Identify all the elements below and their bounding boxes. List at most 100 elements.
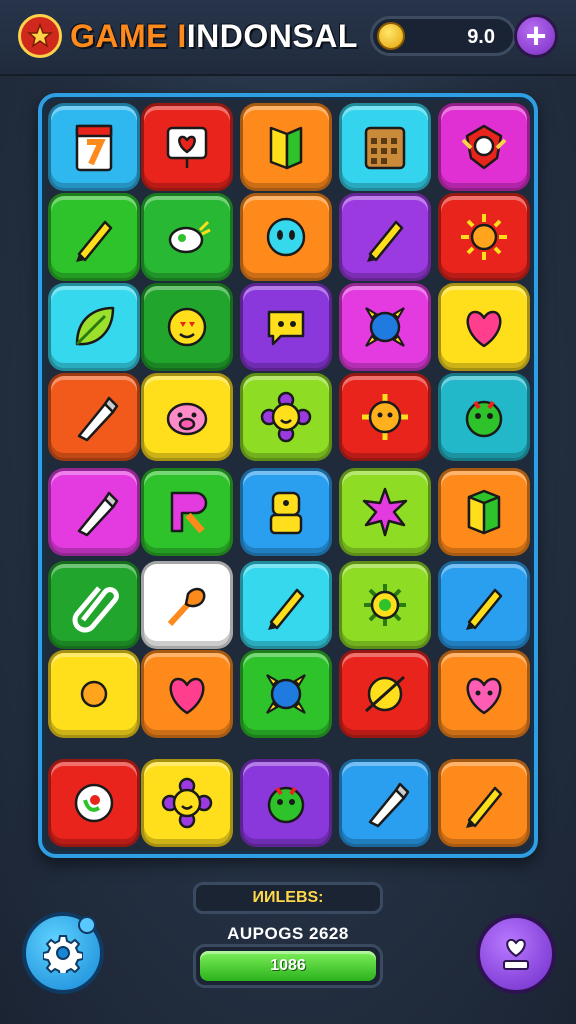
tile-r3-c5[interactable] xyxy=(438,283,530,371)
pencil-icon xyxy=(65,208,123,266)
crayon-icon xyxy=(65,483,123,541)
score-value: 9.0 xyxy=(467,26,495,48)
tile-r4-c4[interactable] xyxy=(339,373,431,461)
tile-r3-c2[interactable] xyxy=(141,283,233,371)
sun-icon xyxy=(65,665,123,723)
book-icon xyxy=(257,118,315,176)
gear-icon xyxy=(43,935,83,973)
tile-r3-c3[interactable] xyxy=(240,283,332,371)
letter-r-icon xyxy=(158,483,216,541)
tile-r5-c5[interactable] xyxy=(438,468,530,556)
tile-r8-c2[interactable] xyxy=(141,759,233,847)
tile-r4-c1[interactable] xyxy=(48,373,140,461)
tile-r1-c4[interactable] xyxy=(339,103,431,191)
tile-r6-c5[interactable] xyxy=(438,561,530,649)
sun-icon xyxy=(455,208,513,266)
tile-r7-c1[interactable] xyxy=(48,650,140,738)
tile-r7-c3[interactable] xyxy=(240,650,332,738)
progress-text: 1086 xyxy=(270,957,306,974)
brush-icon xyxy=(158,576,216,634)
leaf-icon xyxy=(65,298,123,356)
monster-icon xyxy=(455,388,513,446)
game-title-part2: INDONSAL xyxy=(186,18,358,54)
score-display: 9.0 xyxy=(370,16,516,56)
clip-icon xyxy=(65,576,123,634)
tile-r6-c1[interactable] xyxy=(48,561,140,649)
tile-r6-c2[interactable] xyxy=(141,561,233,649)
calendar-icon xyxy=(356,118,414,176)
flower-face-icon xyxy=(257,388,315,446)
orb-icon xyxy=(257,665,315,723)
tile-r5-c2[interactable] xyxy=(141,468,233,556)
star-burst-icon xyxy=(356,483,414,541)
tile-r8-c5[interactable] xyxy=(438,759,530,847)
tile-r1-c2[interactable] xyxy=(141,103,233,191)
coin-icon xyxy=(377,22,405,50)
heart-face-icon xyxy=(455,665,513,723)
tile-r4-c3[interactable] xyxy=(240,373,332,461)
tile-r2-c5[interactable] xyxy=(438,193,530,281)
tile-r6-c3[interactable] xyxy=(240,561,332,649)
emblem-icon xyxy=(18,14,62,58)
heart-icon xyxy=(455,298,513,356)
game-title-part1: GAME I xyxy=(70,18,187,54)
top-bar: GAME IINDONSAL 9.0 + xyxy=(0,0,576,76)
tile-r2-c3[interactable] xyxy=(240,193,332,281)
tile-r5-c4[interactable] xyxy=(339,468,431,556)
gear-flower-icon xyxy=(356,576,414,634)
heart-icon xyxy=(503,938,529,970)
heart-icon xyxy=(158,665,216,723)
pencil-icon xyxy=(257,576,315,634)
sun-face-icon xyxy=(356,388,414,446)
tile-r6-c4[interactable] xyxy=(339,561,431,649)
pencil-icon xyxy=(455,774,513,832)
flower-face-icon xyxy=(158,774,216,832)
tile-r8-c3[interactable] xyxy=(240,759,332,847)
pencil-icon xyxy=(455,576,513,634)
add-coins-button[interactable]: + xyxy=(514,14,558,58)
game-board xyxy=(38,93,538,858)
planet-icon xyxy=(356,665,414,723)
emblem-icon xyxy=(455,118,513,176)
settings-button[interactable] xyxy=(22,912,104,994)
progress-bar: 1086 xyxy=(193,944,383,988)
profile-button[interactable] xyxy=(476,914,556,994)
level-label: ИИLEBS: xyxy=(193,882,383,914)
tile-r5-c1[interactable] xyxy=(48,468,140,556)
robot-icon xyxy=(257,483,315,541)
tile-r1-c3[interactable] xyxy=(240,103,332,191)
tile-r1-c1[interactable] xyxy=(48,103,140,191)
target-icon xyxy=(65,774,123,832)
chat-face-icon xyxy=(257,298,315,356)
tile-r7-c5[interactable] xyxy=(438,650,530,738)
tile-r2-c1[interactable] xyxy=(48,193,140,281)
orb-icon xyxy=(356,298,414,356)
tile-r4-c5[interactable] xyxy=(438,373,530,461)
tile-r7-c4[interactable] xyxy=(339,650,431,738)
plus-icon: + xyxy=(525,15,547,56)
ball-face-icon xyxy=(257,208,315,266)
footer-subtitle: AUPOGS 2628 xyxy=(227,924,349,943)
crayon-icon xyxy=(356,774,414,832)
progress-fill: 1086 xyxy=(200,951,376,981)
tile-r5-c3[interactable] xyxy=(240,468,332,556)
tile-r7-c2[interactable] xyxy=(141,650,233,738)
heart-sign-icon xyxy=(158,118,216,176)
monster-icon xyxy=(257,774,315,832)
tile-r8-c1[interactable] xyxy=(48,759,140,847)
box-icon xyxy=(455,483,513,541)
tile-r3-c4[interactable] xyxy=(339,283,431,371)
game-title: GAME IINDONSAL xyxy=(70,18,358,55)
tile-r4-c2[interactable] xyxy=(141,373,233,461)
tile-r1-c5[interactable] xyxy=(438,103,530,191)
tile-r2-c2[interactable] xyxy=(141,193,233,281)
crayon-icon xyxy=(65,388,123,446)
tile-r8-c4[interactable] xyxy=(339,759,431,847)
love-face-icon xyxy=(158,298,216,356)
bird-icon xyxy=(158,208,216,266)
pencil-icon xyxy=(356,208,414,266)
pig-face-icon xyxy=(158,388,216,446)
notepad-icon xyxy=(65,118,123,176)
tile-r3-c1[interactable] xyxy=(48,283,140,371)
tile-r2-c4[interactable] xyxy=(339,193,431,281)
